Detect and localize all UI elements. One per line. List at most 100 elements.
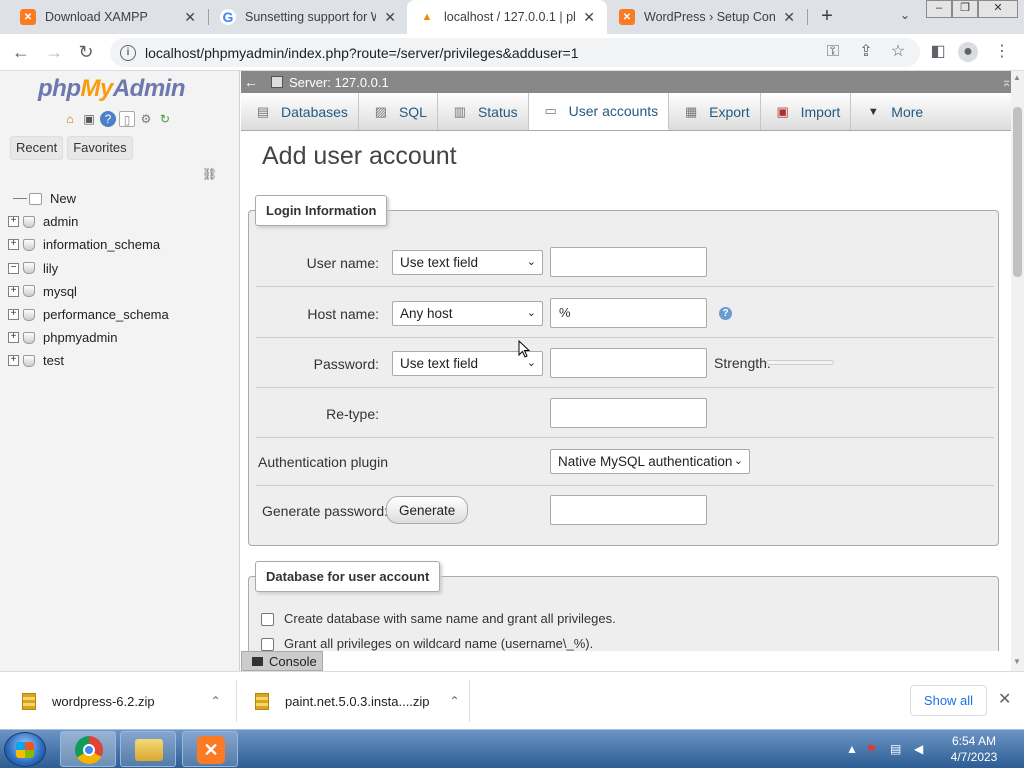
download-filename: wordpress-6.2.zip [52,693,155,709]
show-all-downloads-button[interactable]: Show all [910,685,987,716]
generate-button[interactable]: Generate [386,496,469,524]
host-name-input[interactable]: % [550,298,707,328]
password-strength-meter [766,360,834,365]
main-scrollbar[interactable]: ▲ ▼ [1011,71,1024,671]
menu-kebab-icon[interactable]: ⋮ [992,42,1012,62]
tab-more[interactable]: ▼ More [851,93,933,130]
tab-export[interactable]: ▦ Export [669,93,761,130]
show-hidden-icons-icon[interactable]: ▲ [846,742,858,756]
close-tab-icon[interactable]: ✕ [384,9,396,26]
documentation-icon[interactable]: ▯ [119,111,135,127]
help-icon[interactable]: ? [719,307,732,320]
collapse-sidebar-icon[interactable]: ← [241,74,261,90]
download-item[interactable]: paint.net.5.0.3.insta....zip ⌃ [255,672,460,730]
xampp-icon: ✕ [20,9,36,25]
minimize-button[interactable]: – [926,0,952,18]
expand-icon[interactable]: + [8,216,19,228]
scroll-up-icon[interactable]: ▲ [1013,73,1021,82]
logout-icon[interactable]: ▣ [81,111,97,127]
chevron-up-icon[interactable]: ⌃ [211,694,221,708]
password-input[interactable] [550,348,707,378]
tree-item-new[interactable]: New [8,187,238,210]
link-with-main-panel-icon[interactable]: ⛓ [202,167,217,181]
expand-icon[interactable]: + [8,355,19,367]
tree-item-phpmyadmin[interactable]: + phpmyadmin [8,326,238,349]
close-tab-icon[interactable]: ✕ [583,9,595,26]
browser-tab-download-xampp[interactable]: ✕ Download XAMPP ✕ [8,0,208,34]
bookmark-star-icon[interactable]: ☆ [888,42,908,62]
expand-icon[interactable]: + [8,239,19,251]
tree-item-admin[interactable]: + admin [8,210,238,233]
tab-databases[interactable]: ▤ Databases [241,93,359,130]
create-database-checkbox[interactable] [261,613,274,626]
tab-user-accounts[interactable]: ▭ User accounts [528,93,670,130]
gear-icon[interactable]: ⚙ [138,111,154,127]
expand-icon[interactable]: + [8,309,19,321]
row-host-name: Host name: Any host ⌄ % ? [256,288,994,338]
generated-password-input[interactable] [550,495,707,525]
generate-password-label: Generate password: [262,503,389,519]
profile-avatar-icon[interactable]: ● [958,42,978,62]
recent-tab[interactable]: Recent [10,136,64,160]
tree-item-lily[interactable]: − lily [8,257,238,280]
chevron-down-icon: ▼ [867,105,879,118]
tree-item-mysql[interactable]: + mysql [8,280,238,303]
tree-item-label: New [50,191,77,207]
close-download-bar-icon[interactable]: ✕ [998,689,1011,709]
restore-button[interactable]: ❐ [952,0,978,18]
expand-icon[interactable]: + [8,332,19,344]
collapse-icon[interactable]: − [8,262,19,274]
retype-password-input[interactable] [550,398,707,428]
browser-tab-wordpress[interactable]: ✕ WordPress › Setup Config ✕ [607,0,807,34]
back-icon[interactable]: ← [10,42,32,64]
console-toggle[interactable]: Console [241,651,323,671]
site-info-icon[interactable]: i [120,44,136,61]
new-tab-button[interactable]: + [816,5,838,27]
browser-tab-phpmyadmin[interactable]: ▲ localhost / 127.0.0.1 | php ✕ [407,0,607,34]
tab-status[interactable]: ▥ Status [438,93,529,130]
tree-item-information-schema[interactable]: + information_schema [8,233,238,256]
chevron-up-icon[interactable]: ⌃ [450,694,460,708]
taskbar-file-explorer[interactable] [120,731,176,767]
taskbar-xampp[interactable]: ✕ [182,731,238,767]
tree-item-performance-schema[interactable]: + performance_schema [8,303,238,326]
tab-search-chevron-icon[interactable]: ⌄ [896,8,914,26]
close-tab-icon[interactable]: ✕ [783,9,795,26]
help-icon[interactable]: ? [100,111,116,127]
expand-icon[interactable]: + [8,285,19,297]
reload-icon[interactable]: ↻ [75,42,97,64]
system-clock[interactable]: 6:54 AM 4/7/2023 [944,733,1004,765]
console-label: Console [269,653,317,669]
forward-icon[interactable]: → [43,42,65,64]
row-generate-password: Generate password: Generate [256,486,994,536]
address-bar[interactable]: i localhost/phpmyadmin/index.php?route=/… [110,38,920,67]
network-icon[interactable]: ▤ [890,742,901,756]
authentication-plugin-select[interactable]: Native MySQL authentication ⌄ [550,449,750,474]
home-icon[interactable]: ⌂ [62,111,78,127]
tree-item-test[interactable]: + test [8,349,238,372]
close-tab-icon[interactable]: ✕ [184,9,196,26]
user-name-type-select[interactable]: Use text field ⌄ [392,250,543,275]
scrollbar-thumb[interactable] [1013,107,1022,277]
host-name-select[interactable]: Any host ⌄ [392,301,543,326]
favorites-tab[interactable]: Favorites [67,136,133,160]
reload-navigation-icon[interactable]: ↻ [157,111,173,127]
phpmyadmin-logo[interactable]: phpMyAdmin [38,75,186,103]
share-icon[interactable]: ⇪ [856,42,876,62]
server-link[interactable]: Server: 127.0.0.1 [289,75,389,90]
tab-import[interactable]: ▣ Import [761,93,852,130]
volume-icon[interactable]: ◀ [914,742,923,756]
side-panel-icon[interactable]: ◧ [928,42,948,62]
start-button[interactable] [4,732,46,767]
tree-item-label: phpmyadmin [43,330,118,346]
tab-sql[interactable]: ▨ SQL [359,93,438,130]
password-key-icon[interactable]: ⚿ [823,42,843,62]
browser-tab-sunsetting[interactable]: G Sunsetting support for W ✕ [208,0,408,34]
download-item[interactable]: wordpress-6.2.zip ⌃ [22,672,221,730]
scroll-down-icon[interactable]: ▼ [1013,657,1021,666]
grant-wildcard-checkbox[interactable] [261,638,274,651]
taskbar-chrome[interactable] [60,731,116,767]
action-center-icon[interactable]: ⚑ [866,742,877,756]
close-window-button[interactable]: ✕ [978,0,1018,18]
user-name-input[interactable] [550,247,707,277]
